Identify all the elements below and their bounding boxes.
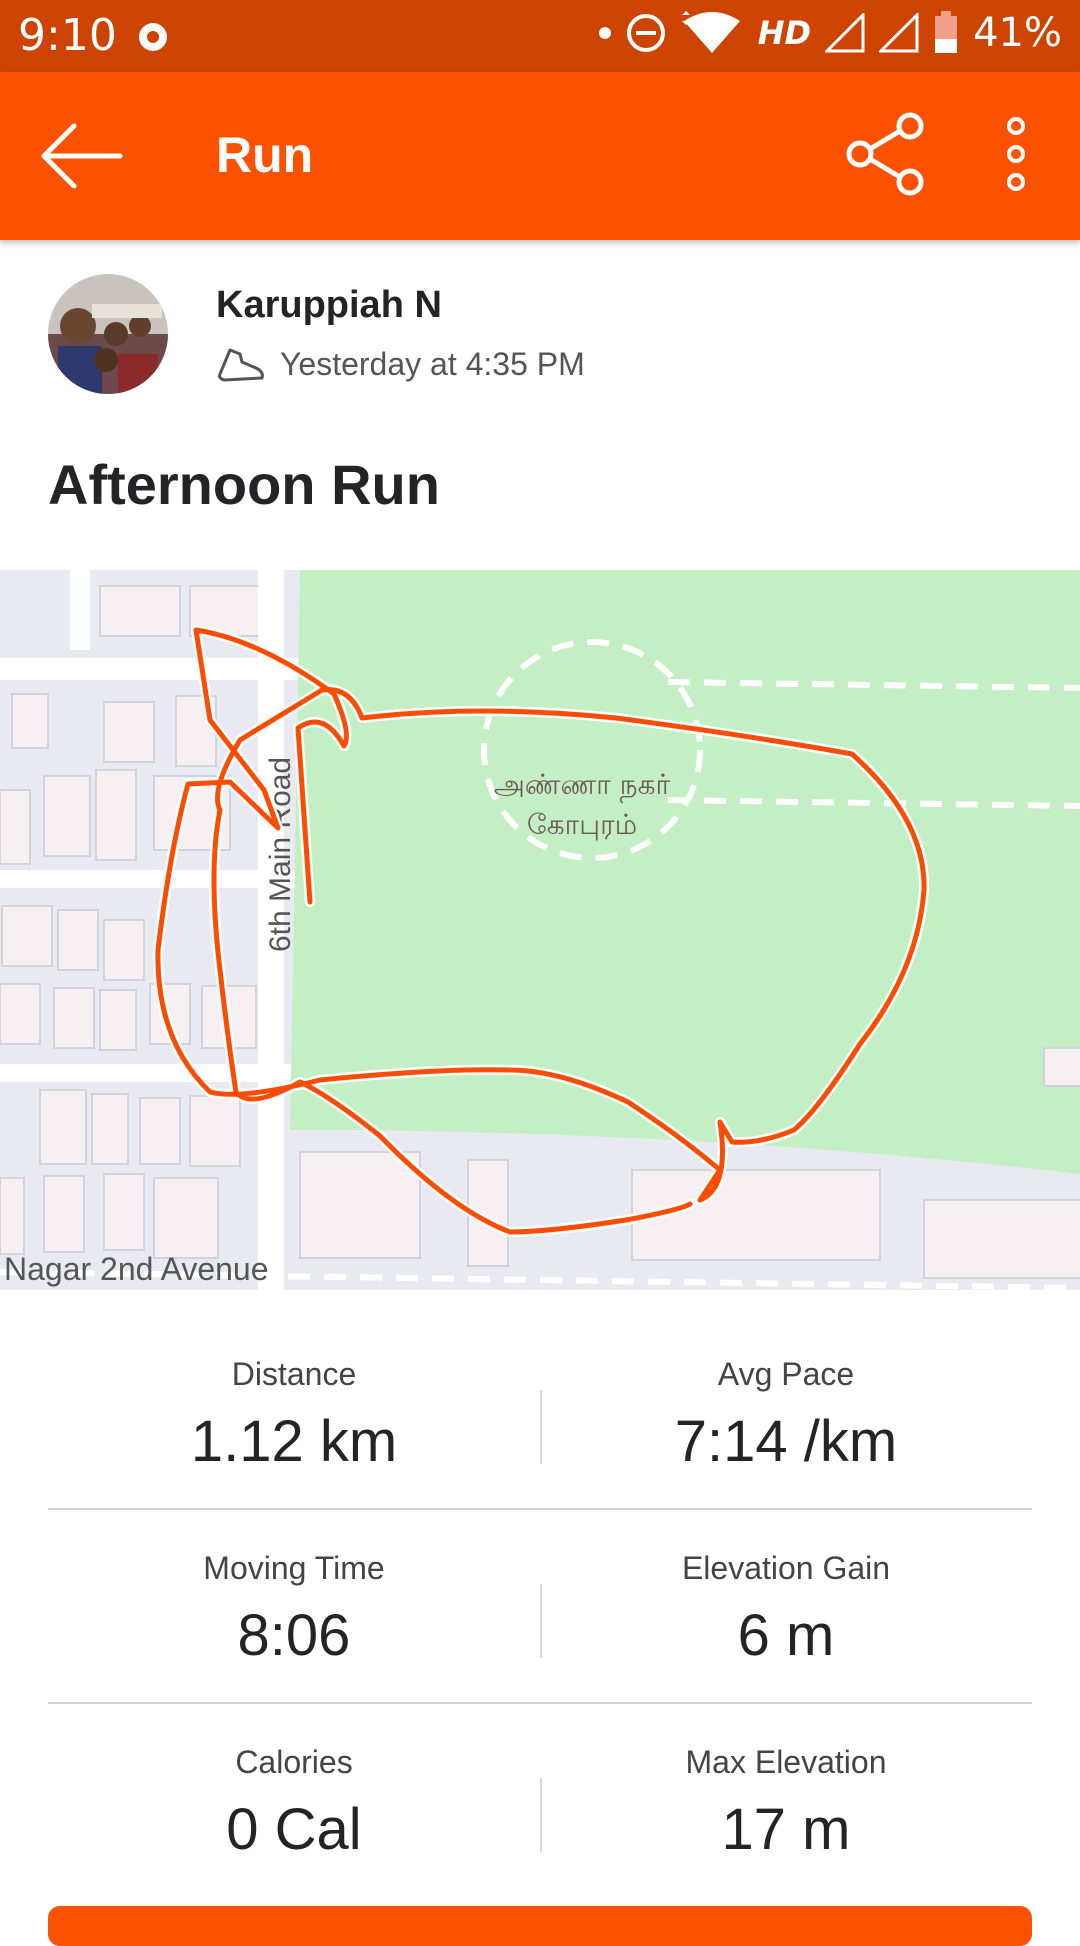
- status-time: 9:10: [18, 10, 117, 61]
- athlete-name[interactable]: Karuppiah N: [216, 284, 442, 327]
- stat-row: Calories 0 Cal Max Elevation 17 m: [48, 1704, 1032, 1898]
- signal-icon-2: [879, 13, 919, 53]
- street-label: Nagar 2nd Avenue: [4, 1251, 269, 1287]
- shoe-icon: [218, 348, 264, 382]
- stat-value: 1.12 km: [190, 1409, 398, 1474]
- more-options-icon[interactable]: [986, 112, 1046, 196]
- athlete-header[interactable]: Karuppiah N Yesterday at 4:35 PM: [0, 240, 1080, 420]
- notification-dot-icon: [139, 23, 167, 51]
- stat-label: Moving Time: [203, 1550, 385, 1586]
- stat-value: 7:14 /km: [674, 1409, 898, 1474]
- stat-calories: Calories 0 Cal: [48, 1704, 540, 1898]
- status-bar: 9:10 HD 41%: [0, 0, 1080, 72]
- stat-value: 8:06: [237, 1603, 351, 1668]
- stat-label: Elevation Gain: [681, 1550, 891, 1586]
- share-icon[interactable]: [846, 112, 930, 196]
- stat-label: Distance: [231, 1356, 357, 1392]
- back-arrow-icon[interactable]: [40, 120, 124, 192]
- stat-moving-time: Moving Time 8:06: [48, 1510, 540, 1704]
- park-label-line1: அண்ணா நகர்: [494, 768, 671, 803]
- stat-label: Calories: [235, 1744, 353, 1780]
- do-not-disturb-icon: [626, 14, 665, 52]
- avatar[interactable]: [48, 274, 168, 394]
- network-type: HD: [757, 14, 812, 52]
- stat-value: 0 Cal: [226, 1797, 362, 1862]
- dot-icon: [598, 27, 611, 39]
- stat-max-elevation: Max Elevation 17 m: [540, 1704, 1032, 1898]
- stat-value: 6 m: [737, 1603, 835, 1668]
- wifi-icon: [681, 11, 740, 53]
- signal-icon: [825, 13, 865, 53]
- road-label: 6th Main Road: [264, 757, 297, 952]
- bottom-action-button[interactable]: [48, 1906, 1032, 1946]
- stat-value: 17 m: [721, 1797, 851, 1862]
- stat-row: Distance 1.12 km Avg Pace 7:14 /km: [48, 1316, 1032, 1510]
- stat-elevation-gain: Elevation Gain 6 m: [540, 1510, 1032, 1704]
- page-title: Run: [216, 127, 314, 183]
- stat-distance: Distance 1.12 km: [48, 1316, 540, 1510]
- battery-percent: 41%: [973, 10, 1062, 56]
- battery-icon: [935, 11, 958, 53]
- activity-timestamp: Yesterday at 4:35 PM: [280, 345, 585, 382]
- stat-label: Max Elevation: [685, 1744, 887, 1780]
- activity-title: Afternoon Run: [48, 453, 440, 516]
- map-canvas: அண்ணா நகர் கோபுரம் 6th Main Road Nagar 2…: [0, 570, 1080, 1290]
- route-map[interactable]: அண்ணா நகர் கோபுரம் 6th Main Road Nagar 2…: [0, 570, 1080, 1290]
- activity-meta: Yesterday at 4:35 PM: [216, 344, 585, 384]
- stat-row: Moving Time 8:06 Elevation Gain 6 m: [48, 1510, 1032, 1704]
- stat-avg-pace: Avg Pace 7:14 /km: [540, 1316, 1032, 1510]
- park-label-line2: கோபுரம்: [527, 808, 637, 841]
- app-bar: Run: [0, 72, 1080, 240]
- stat-label: Avg Pace: [717, 1356, 855, 1392]
